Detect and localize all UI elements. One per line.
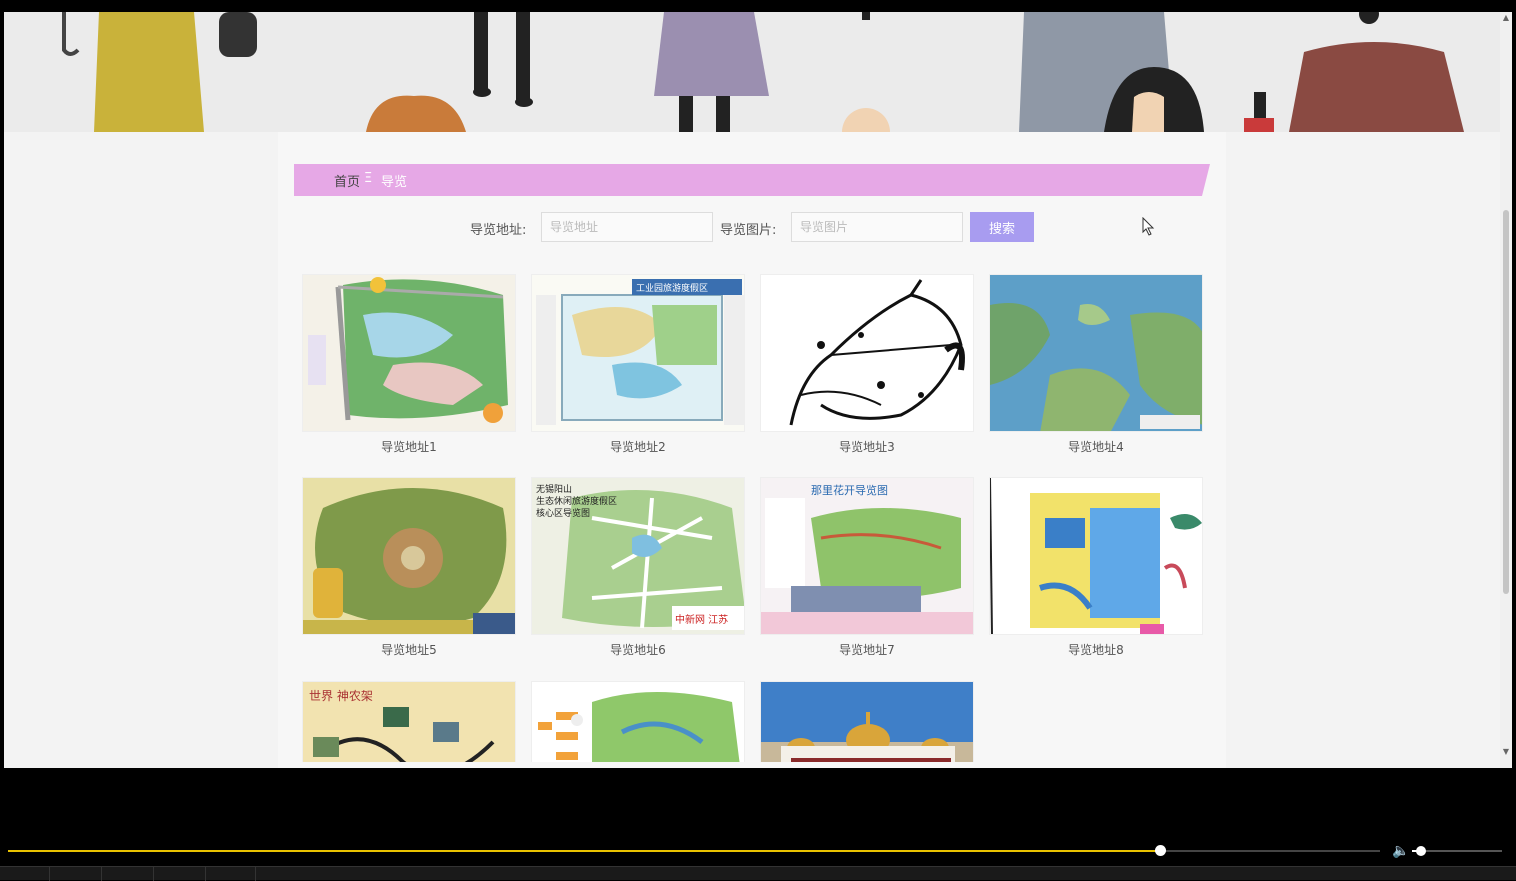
guide-thumbnail[interactable] (760, 681, 974, 762)
map-title: 世界 神农架 (309, 689, 373, 703)
guide-tile-6[interactable]: 无锡阳山 生态休闲旅游度假区 核心区导览图 中新网 江苏 导览地址6 (531, 477, 745, 658)
map-subtitle: 生态休闲旅游度假区 (536, 495, 617, 507)
search-button[interactable]: 搜索 (970, 212, 1034, 242)
search-form: 导览地址: 导览图片: 搜索 (4, 212, 1500, 244)
guide-caption[interactable]: 导览地址8 (989, 641, 1203, 658)
header-banner (4, 12, 1500, 132)
guide-thumbnail[interactable] (989, 274, 1203, 432)
browser-viewport: ▲ ▼ (4, 12, 1512, 768)
map-title: 工业园旅游度假区 (636, 282, 708, 294)
taskbar-item[interactable] (206, 867, 256, 881)
guide-tile-5[interactable]: 导览地址5 (302, 477, 516, 658)
guide-caption[interactable]: 导览地址1 (302, 438, 516, 455)
scroll-down-arrow-icon[interactable]: ▼ (1502, 748, 1510, 756)
breadcrumb-home-link[interactable]: 首页 (334, 171, 360, 190)
guide-tile-9[interactable]: 世界 神农架 (302, 681, 516, 762)
progress-handle[interactable] (1155, 845, 1167, 856)
taskbar-item[interactable] (102, 867, 154, 881)
breadcrumb: 首页 Ξ 导览 (294, 164, 1210, 196)
progress-bar[interactable] (8, 845, 1380, 856)
volume-icon[interactable]: 🔈 (1392, 843, 1409, 859)
guide-caption[interactable]: 导览地址4 (989, 438, 1203, 455)
guide-thumbnail[interactable] (760, 274, 974, 432)
breadcrumb-separator-icon: Ξ (364, 171, 373, 186)
address-search-input[interactable] (541, 212, 713, 242)
guide-thumbnail[interactable] (302, 477, 516, 635)
guide-thumbnail[interactable]: 那里花开导览图 (760, 477, 974, 635)
guide-caption[interactable]: 导览地址7 (760, 641, 974, 658)
map-title: 那里花开导览图 (811, 483, 888, 497)
taskbar-item[interactable] (154, 867, 206, 881)
taskbar-item[interactable] (50, 867, 102, 881)
guide-tile-7[interactable]: 那里花开导览图 导览地址7 (760, 477, 974, 658)
breadcrumb-current: 导览 (381, 175, 408, 190)
guide-thumbnail[interactable] (989, 477, 1203, 635)
guide-tile-10[interactable] (531, 681, 745, 762)
guide-thumbnail[interactable]: 世界 神农架 (302, 681, 516, 762)
guide-caption[interactable]: 导览地址6 (531, 641, 745, 658)
map-title: 无锡阳山 (536, 484, 572, 495)
guide-tile-4[interactable]: 导览地址4 (989, 274, 1203, 455)
map-watermark: 中新网 江苏 (675, 613, 728, 626)
address-label: 导览地址: (470, 223, 527, 238)
guide-caption[interactable]: 导览地址5 (302, 641, 516, 658)
guide-thumbnail[interactable]: 无锡阳山 生态休闲旅游度假区 核心区导览图 中新网 江苏 (531, 477, 745, 635)
mouse-cursor-icon (1142, 217, 1155, 236)
guide-thumbnail[interactable]: 工业园旅游度假区 (531, 274, 745, 432)
guide-tile-11[interactable] (760, 681, 974, 762)
map-subtitle: 核心区导览图 (536, 507, 590, 519)
guide-thumbnail[interactable] (531, 681, 745, 762)
taskbar-item[interactable] (0, 867, 50, 881)
guide-tile-3[interactable]: 导览地址3 (760, 274, 974, 455)
volume-slider[interactable] (1412, 846, 1502, 856)
scroll-up-arrow-icon[interactable]: ▲ (1502, 14, 1510, 22)
guide-thumbnail[interactable] (302, 274, 516, 432)
volume-handle[interactable] (1416, 846, 1426, 856)
guide-caption[interactable]: 导览地址3 (760, 438, 974, 455)
window-top-bar (0, 0, 1516, 12)
guide-caption[interactable]: 导览地址2 (531, 438, 745, 455)
video-player-controls: 🔈 (0, 768, 1516, 880)
taskbar (0, 866, 1516, 881)
guide-tile-8[interactable]: 导览地址8 (989, 477, 1203, 658)
guide-tile-1[interactable]: 导览地址1 (302, 274, 516, 455)
guide-tile-2[interactable]: 工业园旅游度假区 导览地址2 (531, 274, 745, 455)
scrollbar-thumb[interactable] (1503, 210, 1509, 594)
progress-fill (8, 850, 1161, 852)
image-search-input[interactable] (791, 212, 963, 242)
image-label: 导览图片: (720, 223, 777, 238)
vertical-scrollbar[interactable]: ▲ ▼ (1500, 12, 1512, 768)
